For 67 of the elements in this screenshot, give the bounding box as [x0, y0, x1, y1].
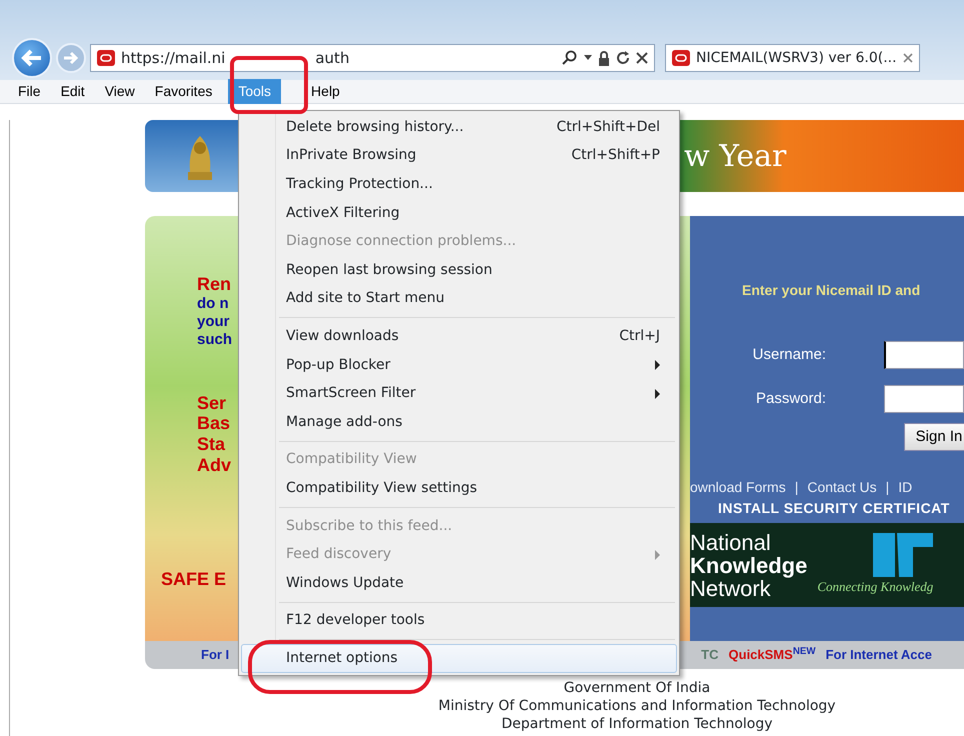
- separator-text: |: [794, 478, 798, 497]
- menu-item[interactable]: ActiveX Filtering: [241, 198, 677, 228]
- banner-text: w Year: [684, 138, 786, 176]
- tagline-text: Connecting Knowledg: [817, 578, 934, 596]
- list-text: Ser: [197, 392, 226, 414]
- footer-text: Department of Information Technology: [501, 715, 773, 733]
- logo-text: Knowledge: [690, 554, 808, 576]
- menu-item[interactable]: Help: [307, 79, 344, 104]
- menu-item[interactable]: Manage add-ons: [241, 408, 677, 437]
- footer-text: Government Of India: [564, 679, 710, 697]
- footer-text: Ministry Of Communications and Information Technology: [438, 697, 836, 715]
- menu-item[interactable]: F12 developer tools: [241, 606, 677, 636]
- shortcut-text: Ctrl+J: [619, 326, 660, 346]
- menu-item[interactable]: Delete browsing history... Ctrl+Shift+Del: [241, 113, 677, 142]
- login-prompt: Enter your Nicemail ID and: [742, 281, 922, 300]
- footer-link[interactable]: Contact Us: [807, 477, 877, 498]
- refresh-icon[interactable]: [616, 51, 630, 65]
- menu-item[interactable]: Reopen last browsing session: [241, 256, 677, 285]
- input-field[interactable]: [884, 385, 964, 413]
- input-field[interactable]: [884, 341, 964, 369]
- footer-link[interactable]: ownload Forms: [690, 477, 786, 498]
- menu-item[interactable]: InPrivate Browsing Ctrl+Shift+P: [241, 142, 677, 170]
- left-arrow-icon: [21, 48, 43, 68]
- logo-text: National: [690, 530, 772, 554]
- field-label: Username:: [752, 344, 826, 365]
- caret-icon[interactable]: [584, 55, 592, 61]
- menu-item[interactable]: Tracking Protection...: [241, 170, 677, 199]
- sign-in-button[interactable]: Sign In: [904, 423, 964, 451]
- url-text: https://mail.ni: [121, 48, 226, 69]
- body-text: do n: [197, 294, 229, 313]
- url-text: auth: [315, 48, 350, 69]
- strip-link[interactable]: For I: [201, 645, 230, 665]
- menu-item[interactable]: SmartScreen Filter: [241, 379, 677, 408]
- menu-item[interactable]: File: [14, 79, 45, 104]
- list-text: Bas: [197, 413, 230, 434]
- safe-text: SAFE E: [161, 569, 226, 590]
- heading-text: Ren: [197, 274, 232, 295]
- menu-item[interactable]: Favorites: [150, 79, 216, 104]
- list-text: Adv: [197, 454, 232, 476]
- body-text: your: [197, 312, 230, 331]
- certificate-link[interactable]: INSTALL SECURITY CERTIFICAT: [718, 498, 950, 519]
- lock-icon[interactable]: [598, 50, 610, 66]
- list-text: Sta: [197, 434, 226, 455]
- strip-link[interactable]: For Internet Acce: [826, 645, 932, 665]
- close-icon[interactable]: [636, 52, 648, 64]
- back-button[interactable]: [12, 38, 52, 78]
- address-bar[interactable]: https://mail.ni auth: [90, 44, 655, 72]
- menu-item[interactable]: Pop-up Blocker: [241, 350, 677, 380]
- tab-title: NICEMAIL(WSRV3) ver 6.0(...: [696, 48, 897, 68]
- menu-item[interactable]: Internet options: [241, 644, 677, 673]
- footer-link[interactable]: ID: [898, 477, 912, 498]
- menu-item[interactable]: Add site to Start menu: [241, 284, 677, 314]
- menu-item[interactable]: View: [100, 79, 139, 104]
- field-label: Password:: [754, 388, 826, 409]
- separator-text: |: [886, 478, 890, 497]
- body-text: such: [197, 330, 232, 349]
- menu-item[interactable]: View downloads Ctrl+J: [241, 322, 677, 351]
- search-icon[interactable]: [562, 50, 578, 66]
- browser-tab[interactable]: NICEMAIL(WSRV3) ver 6.0(...: [665, 44, 920, 72]
- shortcut-text: Ctrl+Shift+Del: [556, 118, 660, 137]
- shortcut-text: Ctrl+Shift+P: [571, 146, 660, 166]
- menu-item[interactable]: Compatibility View settings: [241, 474, 677, 503]
- menu-item[interactable]: Windows Update: [241, 568, 677, 598]
- strip-link[interactable]: QuickSMS$^{NEW}$: [728, 645, 816, 665]
- menu-item[interactable]: Edit: [56, 79, 89, 104]
- logo-text: Network: [690, 576, 771, 600]
- right-arrow-icon: [63, 51, 79, 65]
